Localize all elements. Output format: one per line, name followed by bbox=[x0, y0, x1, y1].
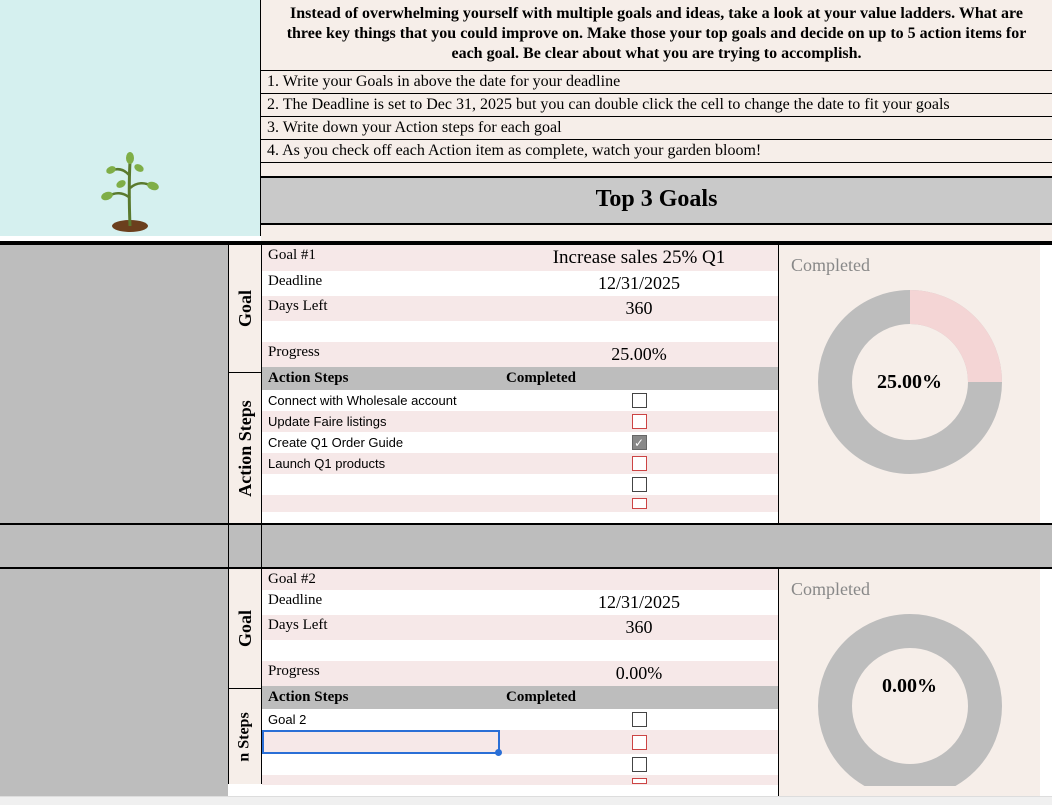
goal-2-block: Goal n Steps Goal #2 Deadline 12/31/2025… bbox=[0, 567, 1052, 796]
completed-header: Completed bbox=[500, 686, 778, 709]
goal-2-chart: Completed 0.00% bbox=[778, 569, 1040, 796]
checkbox[interactable] bbox=[632, 735, 647, 750]
spacer bbox=[261, 225, 1052, 241]
progress-row: Progress 0.00% bbox=[262, 661, 778, 686]
days-left-label: Days Left bbox=[262, 615, 500, 640]
deadline-row[interactable]: Deadline 12/31/2025 bbox=[262, 271, 778, 296]
left-gutter bbox=[0, 569, 228, 796]
deadline-label: Deadline bbox=[262, 271, 500, 296]
goals-worksheet: Instead of overwhelming yourself with mu… bbox=[0, 0, 1052, 805]
donut-chart: 0.00% bbox=[810, 606, 1010, 786]
goal-1-block: Goal Action Steps Goal #1 Increase sales… bbox=[0, 243, 1052, 525]
action-step-row[interactable]: Goal 2 bbox=[262, 709, 778, 730]
action-steps-tab: Action Steps bbox=[228, 373, 262, 523]
action-steps-header: Action Steps bbox=[262, 686, 500, 709]
blank-row bbox=[262, 640, 778, 661]
spacer bbox=[261, 163, 1052, 177]
action-step-text: Create Q1 Order Guide bbox=[262, 432, 500, 453]
checkbox[interactable] bbox=[632, 757, 647, 772]
block-separator bbox=[0, 525, 1052, 567]
donut-center-label: 25.00% bbox=[810, 282, 1010, 482]
checkbox-checked[interactable] bbox=[632, 435, 647, 450]
goal-title-row[interactable]: Goal #2 bbox=[262, 569, 778, 590]
action-steps-header-row: Action Steps Completed bbox=[262, 686, 778, 709]
donut-chart: 25.00% bbox=[810, 282, 1010, 482]
instruction-step-4: 4. As you check off each Action item as … bbox=[261, 140, 1052, 163]
checkbox[interactable] bbox=[632, 712, 647, 727]
days-left-value: 360 bbox=[500, 296, 778, 321]
instruction-step-3: 3. Write down your Action steps for each… bbox=[261, 117, 1052, 140]
goal-title-row[interactable]: Goal #1 Increase sales 25% Q1 bbox=[262, 245, 778, 271]
progress-value: 25.00% bbox=[500, 342, 778, 367]
completed-header: Completed bbox=[500, 367, 778, 390]
days-left-row: Days Left 360 bbox=[262, 296, 778, 321]
top-section: Instead of overwhelming yourself with mu… bbox=[0, 0, 1052, 243]
action-step-row[interactable] bbox=[262, 495, 778, 512]
progress-label: Progress bbox=[262, 661, 500, 686]
instruction-step-2: 2. The Deadline is set to Dec 31, 2025 b… bbox=[261, 94, 1052, 117]
plant-illustration-cell bbox=[0, 0, 261, 236]
goal-number-label: Goal #2 bbox=[262, 569, 500, 590]
action-step-text: Launch Q1 products bbox=[262, 453, 500, 474]
action-steps-header-row: Action Steps Completed bbox=[262, 367, 778, 390]
blank-row bbox=[262, 321, 778, 342]
horizontal-scrollbar[interactable] bbox=[0, 796, 1052, 805]
action-step-row[interactable]: Launch Q1 products bbox=[262, 453, 778, 474]
checkbox[interactable] bbox=[632, 477, 647, 492]
chart-title: Completed bbox=[791, 579, 1028, 600]
deadline-value: 12/31/2025 bbox=[500, 271, 778, 296]
progress-row: Progress 25.00% bbox=[262, 342, 778, 367]
deadline-label: Deadline bbox=[262, 590, 500, 615]
checkbox[interactable] bbox=[632, 414, 647, 429]
instructions-intro: Instead of overwhelming yourself with mu… bbox=[261, 0, 1052, 71]
goal-title-value: Increase sales 25% Q1 bbox=[500, 245, 778, 271]
goal-title-value bbox=[500, 569, 778, 590]
checkbox[interactable] bbox=[632, 778, 647, 784]
days-left-value: 360 bbox=[500, 615, 778, 640]
action-steps-header: Action Steps bbox=[262, 367, 500, 390]
action-step-row[interactable] bbox=[262, 775, 778, 785]
goal-2-content: Goal #2 Deadline 12/31/2025 Days Left 36… bbox=[262, 569, 778, 796]
checkbox[interactable] bbox=[632, 393, 647, 408]
left-gutter bbox=[0, 245, 228, 523]
goal-1-content: Goal #1 Increase sales 25% Q1 Deadline 1… bbox=[262, 245, 778, 523]
chart-title: Completed bbox=[791, 255, 1028, 276]
goal-1-chart: Completed 25.00% bbox=[778, 245, 1040, 523]
goal-tab: Goal bbox=[228, 569, 262, 689]
progress-value: 0.00% bbox=[500, 661, 778, 686]
action-step-row[interactable]: Connect with Wholesale account bbox=[262, 390, 778, 411]
goal-number-label: Goal #1 bbox=[262, 245, 500, 271]
days-left-label: Days Left bbox=[262, 296, 500, 321]
instructions: Instead of overwhelming yourself with mu… bbox=[261, 0, 1052, 241]
vertical-tabs: Goal n Steps bbox=[228, 569, 262, 796]
top-3-goals-header: Top 3 Goals bbox=[261, 177, 1052, 225]
sapling-icon bbox=[95, 140, 165, 232]
action-step-text: Connect with Wholesale account bbox=[262, 390, 500, 411]
action-steps-tab-label: Action Steps bbox=[235, 400, 256, 497]
action-steps-tab: n Steps bbox=[228, 689, 262, 784]
action-steps-tab-label: n Steps bbox=[236, 712, 254, 761]
action-step-row[interactable]: Update Faire listings bbox=[262, 411, 778, 432]
deadline-value: 12/31/2025 bbox=[500, 590, 778, 615]
days-left-row: Days Left 360 bbox=[262, 615, 778, 640]
goal-tab: Goal bbox=[228, 245, 262, 373]
deadline-row[interactable]: Deadline 12/31/2025 bbox=[262, 590, 778, 615]
action-step-text: Goal 2 bbox=[262, 709, 500, 730]
action-step-row[interactable] bbox=[262, 474, 778, 495]
vertical-tabs: Goal Action Steps bbox=[228, 245, 262, 523]
goal-tab-label: Goal bbox=[235, 290, 256, 327]
action-step-row[interactable] bbox=[262, 730, 778, 754]
progress-label: Progress bbox=[262, 342, 500, 367]
donut-center-label: 0.00% bbox=[810, 606, 1010, 786]
action-step-row[interactable]: Create Q1 Order Guide bbox=[262, 432, 778, 453]
instruction-step-1: 1. Write your Goals in above the date fo… bbox=[261, 71, 1052, 94]
checkbox[interactable] bbox=[632, 456, 647, 471]
selected-cell[interactable] bbox=[262, 730, 500, 754]
checkbox[interactable] bbox=[632, 498, 647, 509]
goal-tab-label: Goal bbox=[235, 610, 256, 647]
action-step-row[interactable] bbox=[262, 754, 778, 775]
action-step-text: Update Faire listings bbox=[262, 411, 500, 432]
